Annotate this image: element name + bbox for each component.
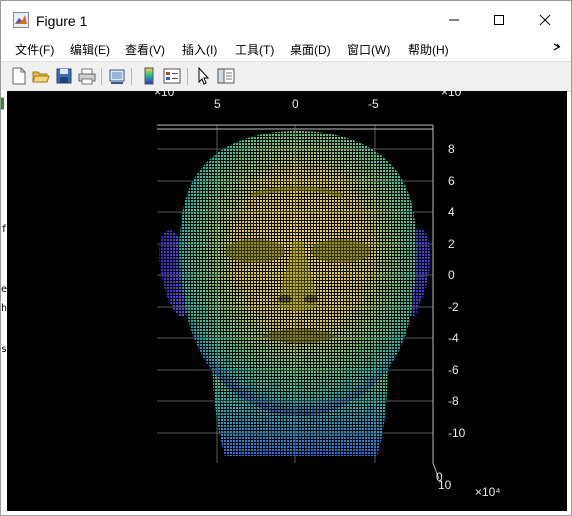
save-icon[interactable] <box>55 67 73 85</box>
menu-file[interactable]: 文件(F) <box>15 42 54 58</box>
window-title: Figure 1 <box>36 13 88 29</box>
property-inspector-icon[interactable] <box>217 67 235 85</box>
y-tick-0: 0 <box>448 268 455 282</box>
menu-tools[interactable]: 工具(T) <box>235 42 274 58</box>
print-icon[interactable] <box>78 67 96 85</box>
x-tick-neg5: -5 <box>368 97 379 111</box>
toolbar-separator <box>131 68 132 85</box>
x-tick-0: 0 <box>292 97 299 111</box>
y-tick-6: 6 <box>448 174 455 188</box>
open-file-icon[interactable] <box>32 67 50 85</box>
figure-canvas[interactable]: ×10 5 0 -5 ×10 8 6 4 2 0 -2 -4 -6 -8 -10… <box>7 91 567 511</box>
y-tick-neg6: -6 <box>448 363 459 377</box>
left-edge-strip: ▌ f e h s <box>1 90 7 510</box>
minimize-button[interactable] <box>431 1 477 39</box>
left-edge-char: s <box>1 344 8 355</box>
menu-bar: 文件(F) 编辑(E) 查看(V) 插入(I) 工具(T) 桌面(D) 窗口(W… <box>1 39 571 61</box>
x-tick-5: 5 <box>214 97 221 111</box>
menu-view[interactable]: 查看(V) <box>125 42 165 58</box>
y-tick-8: 8 <box>448 142 455 156</box>
menu-insert[interactable]: 插入(I) <box>182 42 217 58</box>
close-button[interactable] <box>522 1 568 39</box>
menu-desktop[interactable]: 桌面(D) <box>290 42 331 58</box>
toolbar-separator <box>187 68 188 85</box>
y-tick-neg10: -10 <box>448 426 466 440</box>
colorbar-icon[interactable] <box>140 67 158 85</box>
figure-window: Figure 1 文件(F) 编辑(E) 查看(V) 插入(I) 工具(T) 桌… <box>0 0 572 516</box>
menu-edit[interactable]: 编辑(E) <box>70 42 110 58</box>
pointer-icon[interactable] <box>194 66 212 85</box>
y-tick-neg4: -4 <box>448 331 459 345</box>
left-edge-char: h <box>1 303 8 314</box>
x-exponent-label: ×10 <box>154 91 175 99</box>
z-exponent-label: ×10⁴ <box>475 485 501 499</box>
menu-help[interactable]: 帮助(H) <box>408 42 449 58</box>
chevron-right-icon[interactable] <box>553 42 561 54</box>
y-tick-4: 4 <box>448 205 455 219</box>
left-edge-char: f <box>1 224 8 235</box>
link-plot-icon[interactable] <box>108 67 126 85</box>
figure-toolbar <box>1 61 571 92</box>
left-edge-marker: ▌ <box>1 99 8 110</box>
y-tick-2: 2 <box>448 237 455 251</box>
menu-window[interactable]: 窗口(W) <box>347 42 390 58</box>
toolbar-separator <box>101 68 102 85</box>
legend-icon[interactable] <box>163 67 181 85</box>
left-edge-char: e <box>1 284 8 295</box>
z-tick-10: 10 <box>438 478 452 492</box>
y-exponent-label: ×10 <box>441 91 462 99</box>
face-point-cloud-plot[interactable]: ×10 5 0 -5 ×10 8 6 4 2 0 -2 -4 -6 -8 -10… <box>7 91 567 511</box>
maximize-button[interactable] <box>476 1 522 39</box>
minimize-icon <box>449 19 459 21</box>
maximize-icon <box>494 15 504 25</box>
y-tick-neg2: -2 <box>448 300 459 314</box>
title-bar[interactable]: Figure 1 <box>1 1 571 39</box>
new-figure-icon[interactable] <box>10 67 28 85</box>
matlab-figure-icon <box>13 12 29 28</box>
close-icon <box>539 14 551 26</box>
y-tick-neg8: -8 <box>448 394 459 408</box>
